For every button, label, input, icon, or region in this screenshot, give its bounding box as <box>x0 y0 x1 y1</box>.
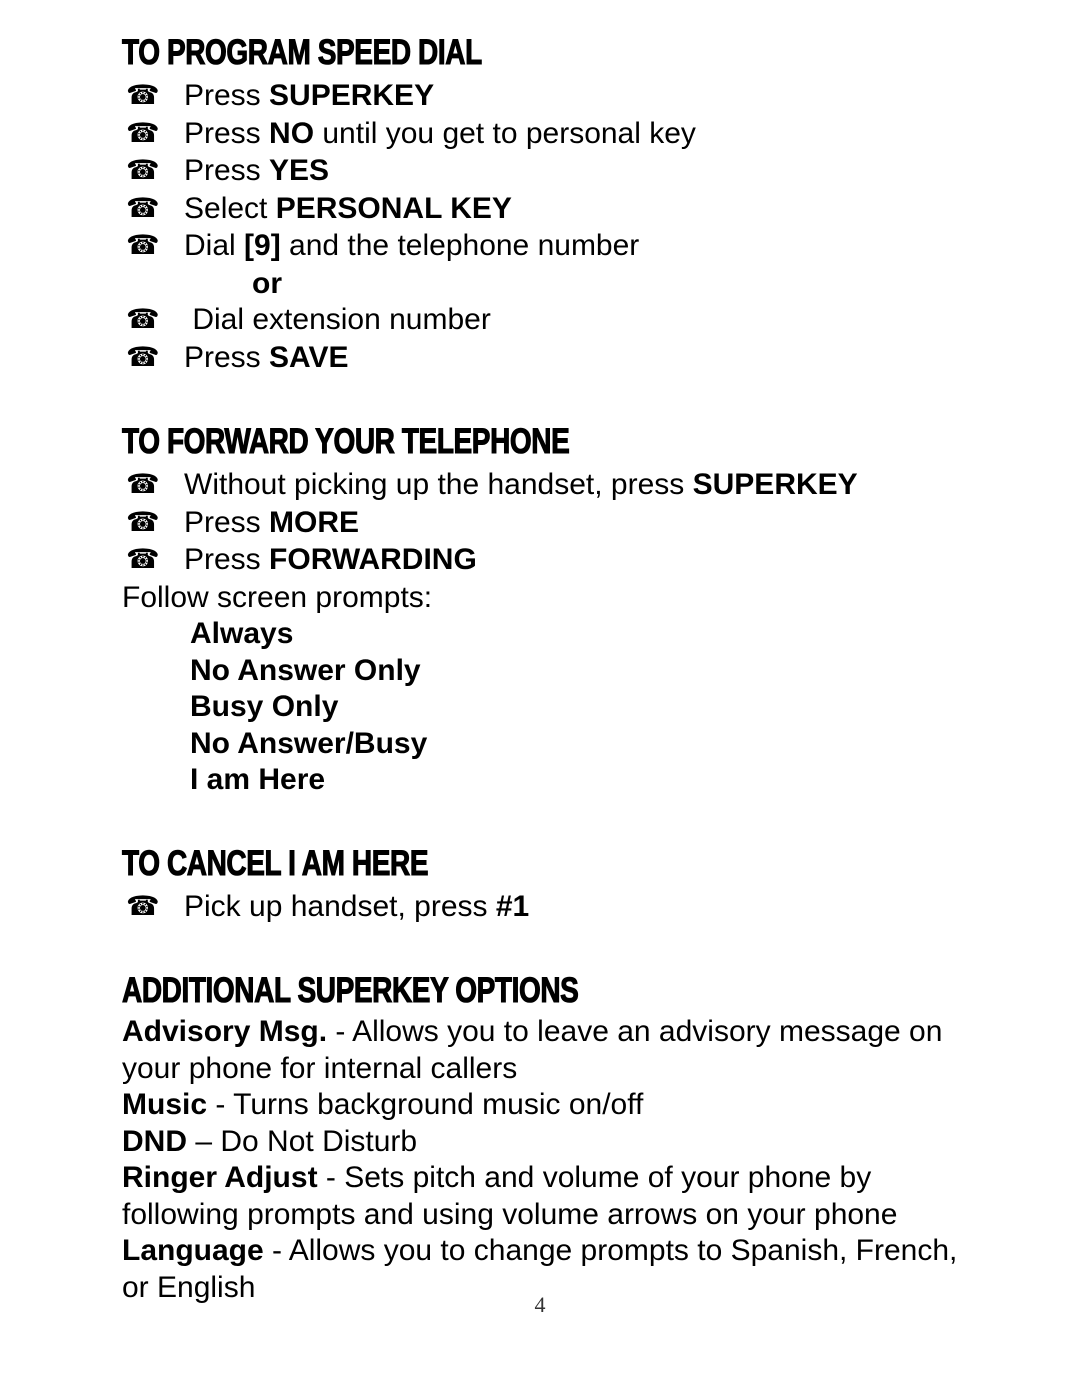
step-prefix: Press <box>184 340 270 374</box>
step-strong: SUPERKEY <box>269 79 435 112</box>
step-text: Press SUPERKEY <box>184 78 982 115</box>
step-strong: MORE <box>269 505 360 539</box>
section-to-cancel-i-am-here: TO CANCEL I AM HERE ☎ Pick up handset, p… <box>122 843 982 927</box>
step-list: ☎ Press SUPERKEY ☎ Press NO until you ge… <box>122 78 982 266</box>
telephone-bullet-icon: ☎ <box>126 341 160 373</box>
step-prefix: Press <box>184 116 270 150</box>
step-item: ☎ Pick up handset, press #1 <box>122 889 982 927</box>
section-heading: TO FORWARD YOUR TELEPHONE <box>122 422 571 461</box>
option-item: Ringer Adjust - Sets pitch and volume of… <box>122 1160 982 1233</box>
step-item: ☎ Press YES <box>122 153 982 191</box>
forwarding-prompt-list: Always No Answer Only Busy Only No Answe… <box>122 616 982 799</box>
section-heading: ADDITIONAL SUPERKEY OPTIONS <box>122 971 580 1010</box>
telephone-bullet-icon: ☎ <box>126 890 160 922</box>
follow-screen-prompts-label: Follow screen prompts: <box>122 580 433 614</box>
step-text: Dial extension number <box>184 302 982 339</box>
telephone-bullet-icon: ☎ <box>126 117 160 149</box>
step-prefix: Dial <box>184 229 245 262</box>
step-text: Pick up handset, press #1 <box>184 889 982 926</box>
step-item: ☎ Press FORWARDING <box>122 542 982 580</box>
telephone-bullet-icon: ☎ <box>126 230 160 261</box>
step-prefix: Press <box>184 543 270 576</box>
option-separator: - <box>263 1234 289 1267</box>
step-prefix: Press <box>184 79 270 112</box>
step-list: ☎ Without picking up the handset, press … <box>122 467 982 580</box>
step-list: ☎ Pick up handset, press #1 <box>122 889 982 927</box>
telephone-bullet-icon: ☎ <box>126 304 160 335</box>
forwarding-prompt-item: Busy Only <box>190 690 339 723</box>
option-term: Music <box>122 1088 208 1121</box>
forwarding-prompt-item: I am Here <box>190 763 326 796</box>
telephone-bullet-icon: ☎ <box>126 544 160 575</box>
step-strong: NO <box>269 116 315 150</box>
option-term: DND <box>122 1124 187 1158</box>
step-prefix: Without picking up the handset, press <box>184 468 693 501</box>
page-content: TO PROGRAM SPEED DIAL ☎ Press SUPERKEY ☎… <box>122 33 982 1306</box>
option-separator: - <box>317 1161 345 1194</box>
telephone-bullet-icon: ☎ <box>126 80 160 111</box>
step-text: Select PERSONAL KEY <box>184 191 982 228</box>
option-separator: - <box>207 1088 234 1121</box>
step-strong: SUPERKEY <box>692 468 858 501</box>
option-item: Music - Turns background music on/off <box>122 1087 982 1124</box>
step-item: ☎ Dial extension number <box>122 302 982 340</box>
step-strong: [9] <box>244 229 281 262</box>
telephone-bullet-icon: ☎ <box>126 155 160 186</box>
step-item: ☎ Dial [9] and the telephone number <box>122 228 982 266</box>
forwarding-prompt-item: No Answer Only <box>190 653 421 687</box>
step-suffix: and the telephone number <box>280 229 640 262</box>
option-definition: Turns background music on/off <box>233 1088 644 1121</box>
option-item: DND – Do Not Disturb <box>122 1124 982 1161</box>
step-strong: PERSONAL KEY <box>275 191 512 225</box>
step-item: ☎ Press NO until you get to personal key <box>122 116 982 154</box>
section-heading: TO PROGRAM SPEED DIAL <box>122 33 483 72</box>
step-prefix: Press <box>184 505 270 539</box>
telephone-bullet-icon: ☎ <box>126 506 160 538</box>
option-list: Advisory Msg. - Allows you to leave an a… <box>122 1014 982 1306</box>
step-text: Without picking up the handset, press SU… <box>184 467 982 504</box>
step-text: Press YES <box>184 153 982 190</box>
step-strong: SAVE <box>269 340 349 374</box>
section-to-program-speed-dial: TO PROGRAM SPEED DIAL ☎ Press SUPERKEY ☎… <box>122 33 982 377</box>
option-term: Ringer Adjust <box>122 1161 318 1194</box>
step-prefix: Select <box>184 191 276 225</box>
step-item: ☎ Select PERSONAL KEY <box>122 191 982 229</box>
page-number: 4 <box>534 1292 546 1317</box>
step-item: ☎ Press SUPERKEY <box>122 78 982 116</box>
step-text: Press MORE <box>184 505 982 542</box>
option-term: Advisory Msg. <box>122 1015 328 1048</box>
forwarding-prompt-item: Always <box>190 617 294 650</box>
step-strong: FORWARDING <box>269 543 477 576</box>
document-page: TO PROGRAM SPEED DIAL ☎ Press SUPERKEY ☎… <box>0 0 1080 1397</box>
section-to-forward-your-telephone: TO FORWARD YOUR TELEPHONE ☎ Without pick… <box>122 422 982 799</box>
option-item: Advisory Msg. - Allows you to leave an a… <box>122 1014 982 1087</box>
step-prefix: Pick up handset, press <box>184 889 496 923</box>
forwarding-prompt-item: No Answer/Busy <box>190 726 428 760</box>
section-additional-superkey-options: ADDITIONAL SUPERKEY OPTIONS Advisory Msg… <box>122 971 982 1306</box>
step-text: Press FORWARDING <box>184 542 982 579</box>
step-list-after-or: ☎ Dial extension number ☎ Press SAVE <box>122 302 982 377</box>
step-item: ☎ Press MORE <box>122 505 982 543</box>
telephone-bullet-icon: ☎ <box>126 192 160 224</box>
step-item: ☎ Without picking up the handset, press … <box>122 467 982 505</box>
step-suffix: until you get to personal key <box>314 116 696 150</box>
option-separator: – <box>187 1124 221 1158</box>
step-prefix: Press <box>184 154 270 187</box>
step-text: Press NO until you get to personal key <box>184 116 982 153</box>
option-separator: - <box>327 1015 353 1048</box>
step-prefix: Dial extension number <box>184 303 491 336</box>
step-strong: YES <box>269 154 330 187</box>
step-strong: #1 <box>495 889 530 923</box>
option-definition: Do Not Disturb <box>220 1124 418 1158</box>
option-term: Language <box>122 1234 264 1267</box>
step-text: Press SAVE <box>184 340 982 377</box>
or-separator-label: or <box>252 266 282 300</box>
section-heading: TO CANCEL I AM HERE <box>122 843 429 883</box>
step-text: Dial [9] and the telephone number <box>184 228 982 265</box>
telephone-bullet-icon: ☎ <box>126 469 160 500</box>
step-item: ☎ Press SAVE <box>122 340 982 378</box>
